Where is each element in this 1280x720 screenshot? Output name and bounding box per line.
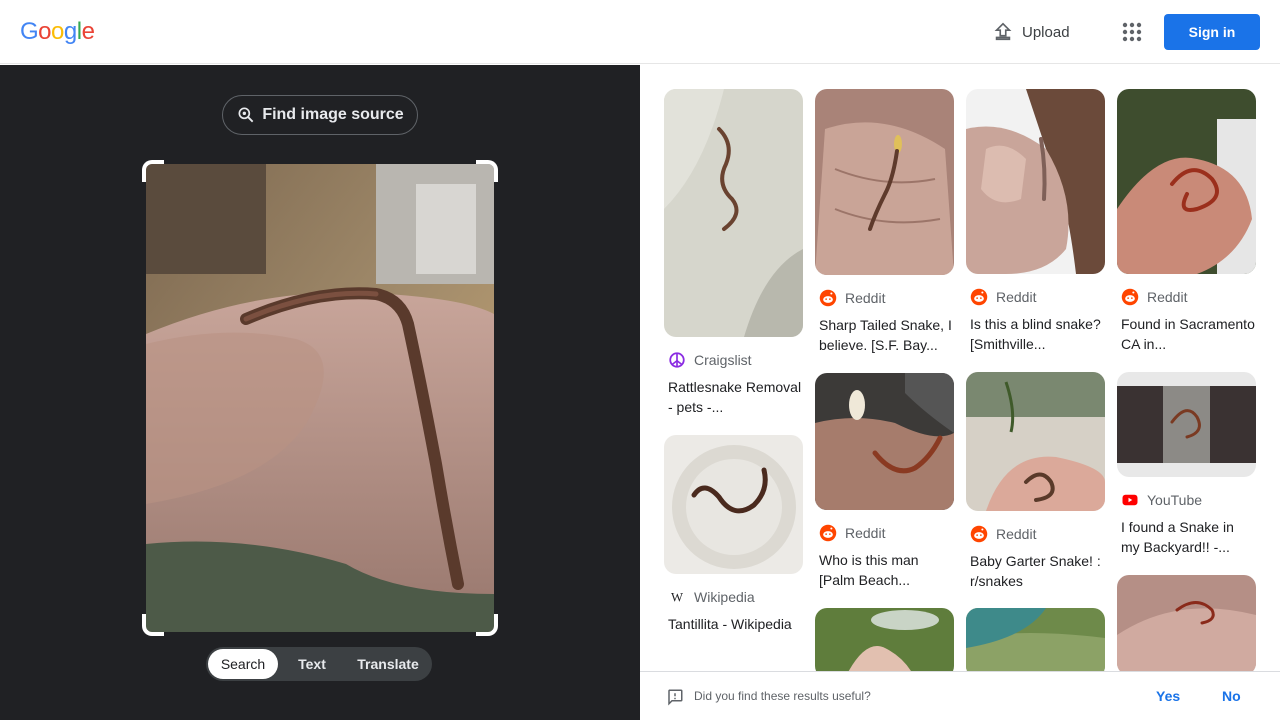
- result-thumbnail[interactable]: [664, 435, 803, 574]
- header: Google Upload Sign in: [0, 0, 1280, 64]
- upload-label: Upload: [1022, 23, 1070, 41]
- lens-search-icon: [238, 107, 254, 123]
- reddit-icon: [970, 288, 988, 306]
- result-card[interactable]: Craigslist Rattlesnake Removal - pets -.…: [664, 89, 803, 417]
- crop-corner[interactable]: [476, 160, 498, 182]
- result-thumbnail[interactable]: [815, 608, 954, 671]
- result-card[interactable]: Reddit Baby Garter Snake! : r/snakes: [966, 372, 1105, 591]
- result-source-name: Reddit: [1147, 289, 1188, 305]
- result-source: Reddit: [966, 288, 1105, 306]
- svg-text:W: W: [671, 591, 684, 605]
- result-thumbnail[interactable]: [1117, 89, 1256, 274]
- crop-corner[interactable]: [142, 614, 164, 636]
- sign-in-button[interactable]: Sign in: [1164, 14, 1260, 50]
- result-card[interactable]: [815, 608, 954, 671]
- result-source-name: Craigslist: [694, 352, 752, 368]
- logo-letter: G: [20, 18, 39, 45]
- result-thumbnail[interactable]: [815, 373, 954, 510]
- upload-button[interactable]: Upload: [992, 20, 1070, 44]
- result-title[interactable]: Sharp Tailed Snake, I believe. [S.F. Bay…: [815, 315, 954, 355]
- logo-letter: g: [63, 18, 77, 45]
- reddit-icon: [1121, 288, 1139, 306]
- result-thumbnail[interactable]: [815, 89, 954, 275]
- lens-panel: Find image source Search Text Translate: [0, 65, 640, 720]
- feedback-bar: Did you find these results useful? Yes N…: [640, 671, 1280, 720]
- result-source-name: Reddit: [845, 290, 886, 306]
- result-source: Craigslist: [664, 351, 803, 369]
- youtube-icon: [1122, 494, 1138, 506]
- result-title[interactable]: Rattlesnake Removal - pets -...: [664, 377, 803, 417]
- logo-letter: e: [81, 18, 95, 45]
- find-image-source-label: Find image source: [262, 106, 404, 123]
- google-logo[interactable]: Google: [20, 18, 95, 46]
- query-image[interactable]: [146, 164, 494, 632]
- lens-mode-switch: Search Text Translate: [206, 647, 432, 681]
- result-source: Reddit: [815, 524, 954, 542]
- result-title[interactable]: Is this a blind snake? [Smithville...: [966, 314, 1105, 354]
- result-card[interactable]: Reddit Who is this man [Palm Beach...: [815, 373, 954, 590]
- result-card[interactable]: [1117, 575, 1256, 671]
- result-source: Reddit: [966, 525, 1105, 543]
- wikipedia-w-icon: W: [671, 591, 684, 605]
- result-source-name: Reddit: [996, 289, 1037, 305]
- result-source: Reddit: [815, 289, 954, 307]
- logo-letter: o: [51, 18, 64, 45]
- crop-corner[interactable]: [476, 614, 498, 636]
- reddit-icon: [819, 524, 837, 542]
- result-source: W Wikipedia: [664, 588, 803, 606]
- result-title[interactable]: I found a Snake in my Backyard!! -...: [1117, 517, 1256, 557]
- feedback-no-button[interactable]: No: [1222, 688, 1241, 704]
- result-source-name: Wikipedia: [694, 589, 755, 605]
- crop-corner[interactable]: [142, 160, 164, 182]
- result-source-name: Reddit: [845, 525, 886, 541]
- feedback-question: Did you find these results useful?: [694, 689, 871, 703]
- result-card[interactable]: W Wikipedia Tantillita - Wikipedia: [664, 435, 803, 634]
- result-card[interactable]: Reddit Found in Sacramento CA in...: [1117, 89, 1256, 354]
- result-thumbnail[interactable]: [966, 89, 1105, 274]
- result-thumbnail[interactable]: [664, 89, 803, 337]
- result-card[interactable]: YouTube I found a Snake in my Backyard!!…: [1117, 372, 1256, 557]
- result-source: Reddit: [1117, 288, 1256, 306]
- craigslist-peace-icon: [669, 352, 685, 368]
- result-card[interactable]: Reddit Is this a blind snake? [Smithvill…: [966, 89, 1105, 354]
- result-source: YouTube: [1117, 491, 1256, 509]
- result-card[interactable]: [966, 608, 1105, 671]
- logo-letter: o: [38, 18, 52, 45]
- tab-translate[interactable]: Translate: [346, 649, 430, 679]
- result-thumbnail[interactable]: [966, 372, 1105, 511]
- result-title[interactable]: Tantillita - Wikipedia: [664, 614, 803, 634]
- result-thumbnail[interactable]: [1117, 372, 1256, 477]
- result-thumbnail[interactable]: [1117, 575, 1256, 671]
- visual-matches-grid: Craigslist Rattlesnake Removal - pets -.…: [640, 65, 1280, 671]
- result-source-name: Reddit: [996, 526, 1037, 542]
- result-thumbnail[interactable]: [966, 608, 1105, 671]
- result-title[interactable]: Baby Garter Snake! : r/snakes: [966, 551, 1105, 591]
- result-source-name: YouTube: [1147, 492, 1203, 508]
- upload-icon: [994, 22, 1012, 41]
- result-title[interactable]: Who is this man [Palm Beach...: [815, 550, 954, 590]
- result-title[interactable]: Found in Sacramento CA in...: [1117, 314, 1256, 354]
- reddit-icon: [970, 525, 988, 543]
- apps-grid-icon[interactable]: [1120, 20, 1144, 44]
- reddit-icon: [819, 289, 837, 307]
- feedback-icon: [668, 689, 683, 706]
- result-card[interactable]: Reddit Sharp Tailed Snake, I believe. [S…: [815, 89, 954, 355]
- tab-search[interactable]: Search: [208, 649, 278, 679]
- tab-text[interactable]: Text: [278, 649, 346, 679]
- find-image-source-button[interactable]: Find image source: [222, 95, 418, 135]
- feedback-yes-button[interactable]: Yes: [1156, 688, 1180, 704]
